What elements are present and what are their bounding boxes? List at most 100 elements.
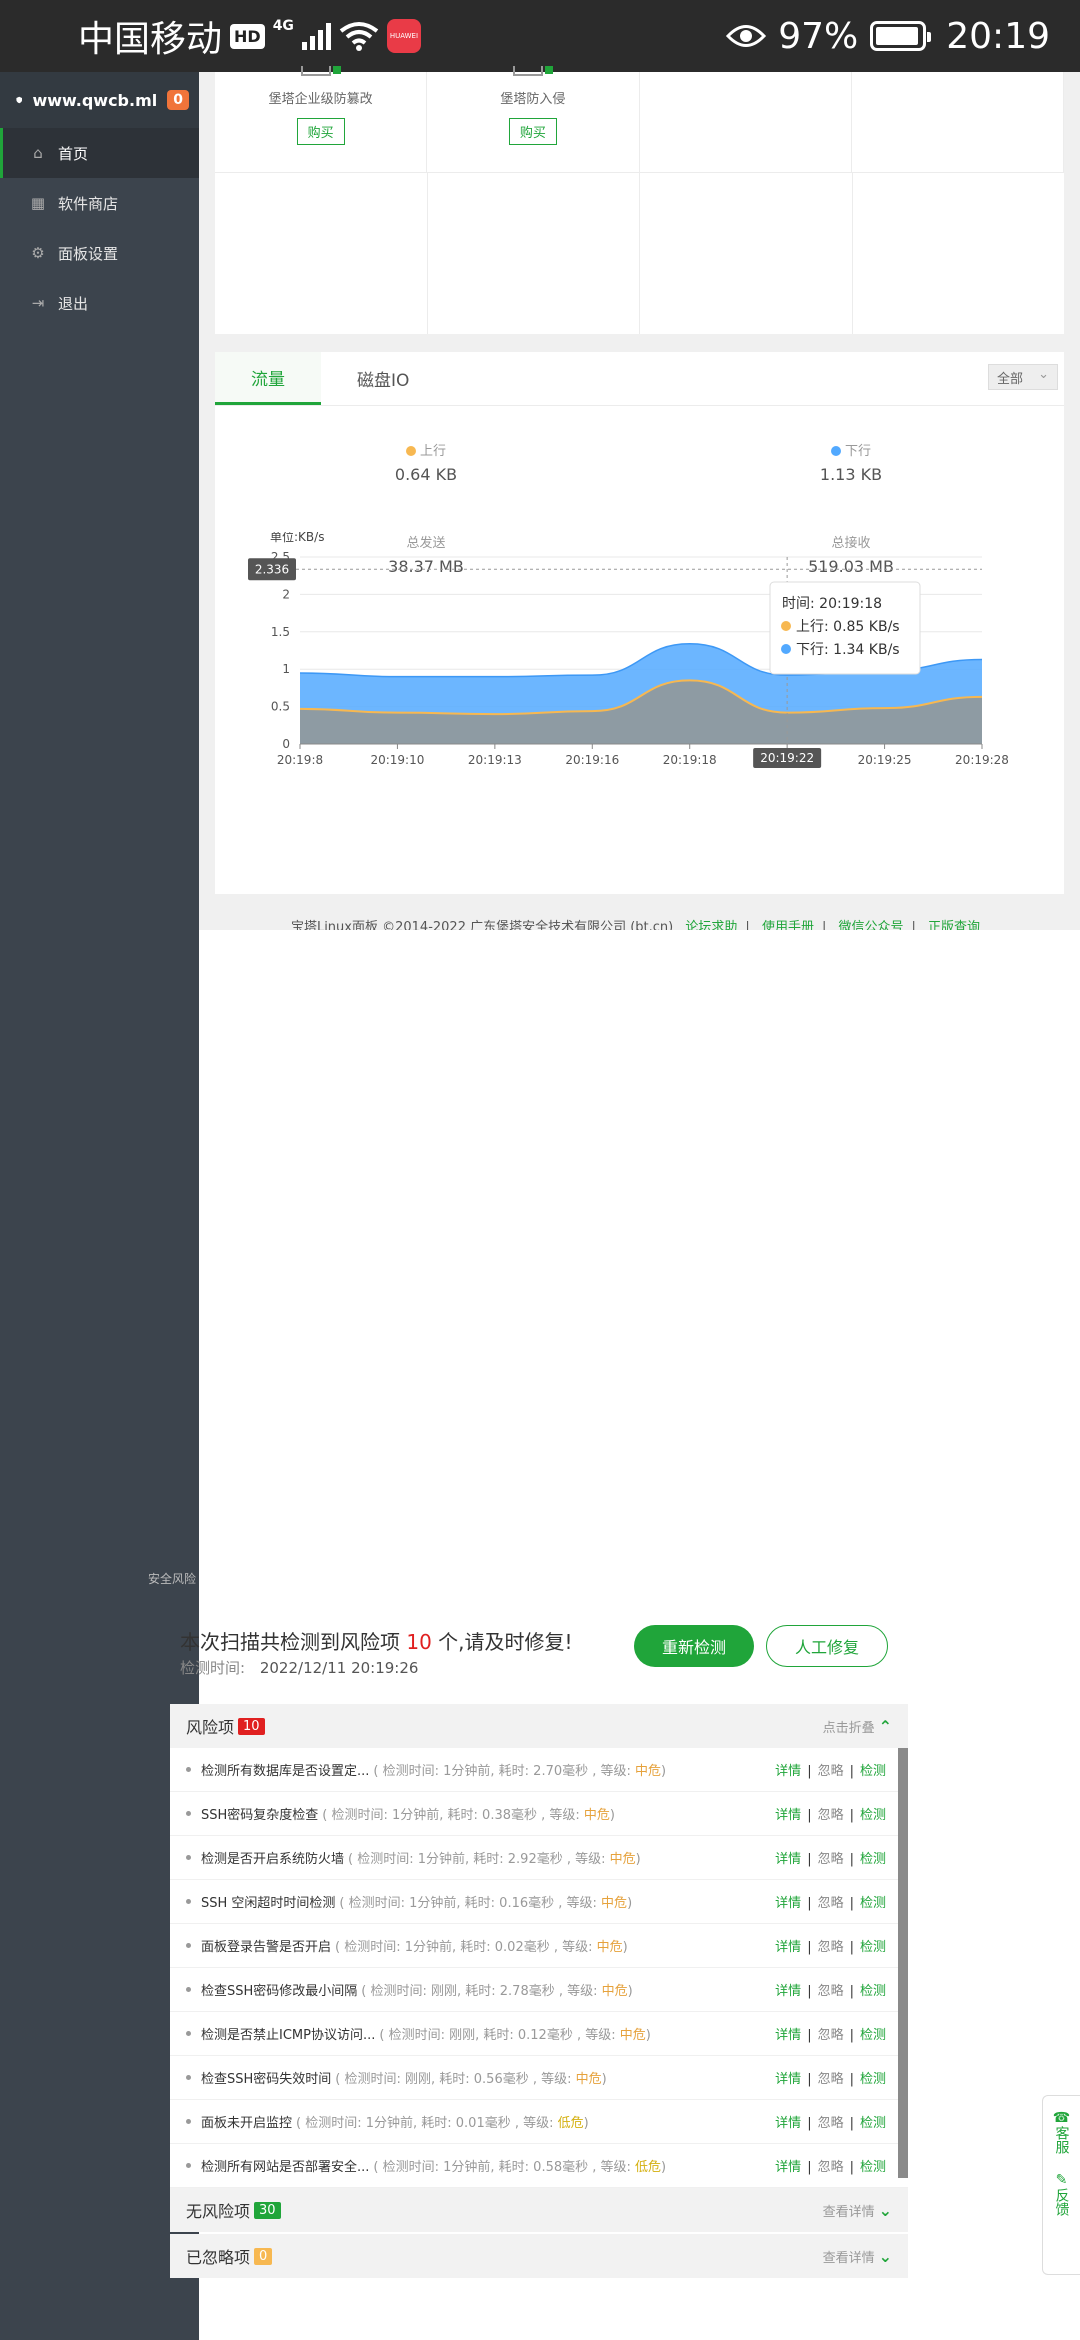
ignore-link[interactable]: 忽略 xyxy=(818,2116,844,2131)
sidebar-item-label: 退出 xyxy=(58,294,89,313)
bullet-icon xyxy=(186,2119,191,2124)
risk-level: 中危 xyxy=(583,1808,610,1823)
risk-item-meta: ( 检测时间: 1分钟前, 耗时: 2.70毫秒 , 等级: 中危) xyxy=(373,1764,667,1779)
sidebar-item-software-store[interactable]: ▦ 软件商店 xyxy=(0,178,199,228)
check-link[interactable]: 检测 xyxy=(860,1808,886,1823)
sidebar-item-home[interactable]: ⌂ 首页 xyxy=(0,128,199,178)
upload-dot xyxy=(405,446,416,456)
x-tick-label: 20:19:28 xyxy=(955,753,1009,767)
bullet-icon xyxy=(186,1855,191,1860)
download-value: 1.13 KB xyxy=(819,465,883,484)
detail-link[interactable]: 详情 xyxy=(775,1940,801,1955)
message-count-badge[interactable]: 0 xyxy=(167,90,189,110)
detail-link[interactable]: 详情 xyxy=(775,1896,801,1911)
y-tick-label: 1.5 xyxy=(271,625,290,639)
traffic-chart[interactable]: 单位:KB/s 0 0.5 1 1.5 2 2.5 20:19:8 20:19:10 20:19:… xyxy=(215,529,1064,872)
sidebar-item-panel-settings[interactable]: ⚙ 面板设置 xyxy=(0,228,199,278)
tab-traffic[interactable]: 流量 xyxy=(215,352,321,405)
separator: | xyxy=(807,1808,812,1823)
risk-row: 面板登录告警是否开启( 检测时间: 1分钟前, 耗时: 0.02毫秒 , 等级:… xyxy=(170,1924,908,1968)
check-link[interactable]: 检测 xyxy=(860,1896,886,1911)
ignore-link[interactable]: 忽略 xyxy=(818,2160,844,2175)
ignore-link[interactable]: 忽略 xyxy=(818,1852,844,1867)
tooltip-down: 下行: 1.34 KB/s xyxy=(796,642,900,658)
tooltip-down-dot xyxy=(781,644,791,654)
y-tick-label: 0.5 xyxy=(271,700,290,714)
detail-link[interactable]: 详情 xyxy=(775,1808,801,1823)
ignore-link[interactable]: 忽略 xyxy=(818,1940,844,1955)
y-tick-label: 0 xyxy=(282,737,290,751)
tab-disk-io[interactable]: 磁盘IO xyxy=(321,352,445,405)
risk-scrollbar[interactable] xyxy=(898,1748,908,2178)
sidebar-item-logout[interactable]: ⇥ 退出 xyxy=(0,278,199,328)
clock: 20:19 xyxy=(946,15,1050,57)
eye-icon xyxy=(726,25,767,47)
interface-select[interactable]: 全部 ⌄ xyxy=(988,364,1058,390)
detail-link[interactable]: 详情 xyxy=(775,1764,801,1779)
separator: | xyxy=(807,1764,812,1779)
ignore-link[interactable]: 忽略 xyxy=(818,1764,844,1779)
detail-link[interactable]: 详情 xyxy=(775,1984,801,1999)
download-label: 下行 xyxy=(844,444,871,459)
check-link[interactable]: 检测 xyxy=(860,1940,886,1955)
bullet-icon xyxy=(186,1987,191,1992)
check-link[interactable]: 检测 xyxy=(860,2072,886,2087)
risk-item-meta: ( 检测时间: 1分钟前, 耗时: 0.16毫秒 , 等级: 中危) xyxy=(339,1896,633,1911)
detail-link[interactable]: 详情 xyxy=(775,2028,801,2043)
check-link[interactable]: 检测 xyxy=(860,2160,886,2175)
no-risk-title: 无风险项 xyxy=(186,2202,251,2221)
scan-risk-count: 10 xyxy=(406,1630,432,1654)
risk-item-name: 检测所有网站是否部署安全... xyxy=(201,2160,370,2175)
risk-item-meta: ( 检测时间: 1分钟前, 耗时: 0.58毫秒 , 等级: 低危) xyxy=(373,2160,667,2175)
gear-icon: ⚙ xyxy=(31,244,45,262)
sidebar-header[interactable]: www.qwcb.ml 0 xyxy=(0,72,199,128)
feedback-label: 反馈 xyxy=(1053,2188,1070,2217)
software-name: 堡塔防入侵 xyxy=(500,92,566,107)
huawei-app-icon: HUAWEI xyxy=(386,19,421,53)
rescan-button[interactable]: 重新检测 xyxy=(634,1625,754,1667)
signal-icon xyxy=(301,22,331,50)
ignored-toggle[interactable]: 查看详情 ⌄ xyxy=(823,2247,892,2266)
risk-section-header[interactable]: 风险项 10 点击折叠 ⌃ xyxy=(170,1704,908,1748)
separator: | xyxy=(807,2116,812,2131)
separator: | xyxy=(807,2072,812,2087)
collapse-toggle[interactable]: 点击折叠 ⌃ xyxy=(823,1717,892,1736)
ignore-link[interactable]: 忽略 xyxy=(818,1984,844,1999)
risk-item-meta: ( 检测时间: 1分钟前, 耗时: 2.92毫秒 , 等级: 中危) xyxy=(348,1852,641,1867)
check-link[interactable]: 检测 xyxy=(860,1852,886,1867)
software-name: 堡塔企业级防篡改 xyxy=(268,92,373,107)
buy-button[interactable]: 购买 xyxy=(296,118,345,145)
risk-actions: 详情 | 忽略 | 检测 xyxy=(775,2068,908,2087)
x-tick-label: 20:19:13 xyxy=(468,753,522,767)
check-link[interactable]: 检测 xyxy=(860,2028,886,2043)
ignore-link[interactable]: 忽略 xyxy=(818,2028,844,2043)
ignored-section-header[interactable]: 已忽略项 0 查看详情 ⌄ xyxy=(170,2234,908,2278)
detail-link[interactable]: 详情 xyxy=(775,2160,801,2175)
crosshair-y-label: 2.336 xyxy=(255,562,289,576)
risk-actions: 详情 | 忽略 | 检测 xyxy=(775,1848,908,1867)
ignore-link[interactable]: 忽略 xyxy=(818,2072,844,2087)
risk-row: 检测是否开启系统防火墙( 检测时间: 1分钟前, 耗时: 2.92毫秒 , 等级… xyxy=(170,1836,908,1880)
no-risk-toggle[interactable]: 查看详情 ⌄ xyxy=(823,2201,892,2220)
risk-actions: 详情 | 忽略 | 检测 xyxy=(775,1892,908,1911)
detail-link[interactable]: 详情 xyxy=(775,2072,801,2087)
detail-link[interactable]: 详情 xyxy=(775,2116,801,2131)
check-link[interactable]: 检测 xyxy=(860,1764,886,1779)
detail-link[interactable]: 详情 xyxy=(775,1852,801,1867)
customer-service-button[interactable]: ☎ 客服 xyxy=(1043,2096,1080,2158)
check-link[interactable]: 检测 xyxy=(860,1984,886,1999)
risk-row: 检测所有数据库是否设置定...( 检测时间: 1分钟前, 耗时: 2.70毫秒 … xyxy=(170,1748,908,1792)
risk-section-title: 风险项 xyxy=(186,1718,235,1737)
ignore-link[interactable]: 忽略 xyxy=(818,1896,844,1911)
feedback-button[interactable]: ✎ 反馈 xyxy=(1043,2158,1080,2220)
bullet-icon xyxy=(186,1767,191,1772)
separator: | xyxy=(849,1764,854,1779)
no-risk-section-header[interactable]: 无风险项 30 查看详情 ⌄ xyxy=(170,2188,908,2232)
check-link[interactable]: 检测 xyxy=(860,2116,886,2131)
risk-row: SSH密码复杂度检查( 检测时间: 1分钟前, 耗时: 0.38毫秒 , 等级:… xyxy=(170,1792,908,1836)
buy-button[interactable]: 购买 xyxy=(508,118,557,145)
separator: | xyxy=(807,1940,812,1955)
ignore-link[interactable]: 忽略 xyxy=(818,1808,844,1823)
manual-fix-button[interactable]: 人工修复 xyxy=(766,1625,888,1667)
bullet-icon xyxy=(186,1943,191,1948)
